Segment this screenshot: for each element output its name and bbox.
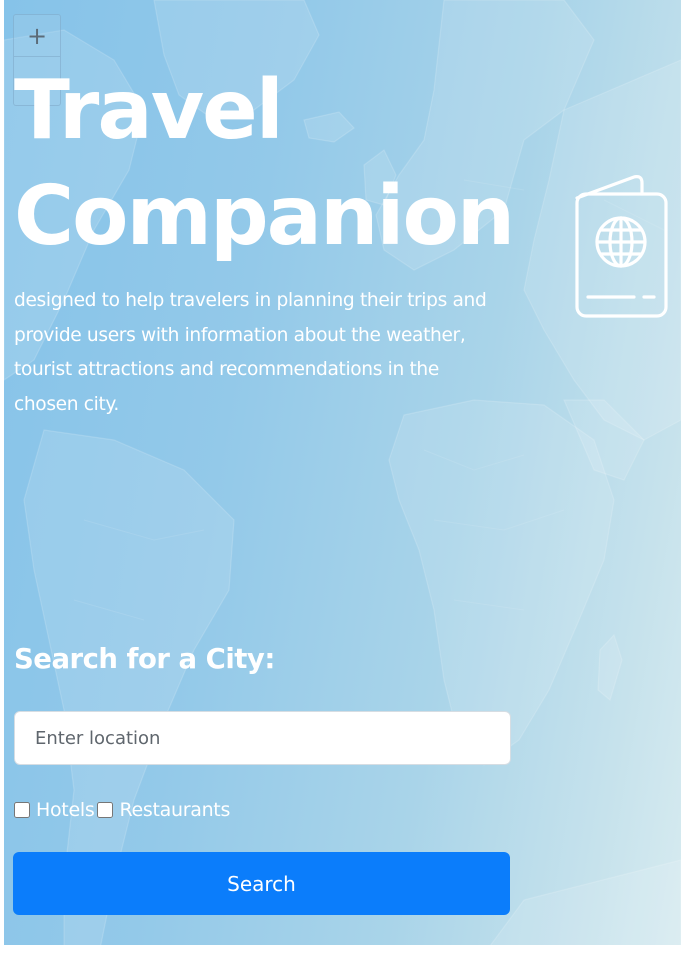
filter-restaurants[interactable]: Restaurants <box>94 799 230 821</box>
hotels-checkbox[interactable] <box>14 802 30 818</box>
app-title: Travel Companion <box>14 58 515 270</box>
passport-globe-icon <box>575 175 668 318</box>
app-description: designed to help travelers in planning t… <box>14 290 487 415</box>
title-line-travel: Travel <box>14 63 284 158</box>
plus-icon: + <box>26 21 48 50</box>
search-filters: Hotels Restaurants <box>11 795 230 825</box>
location-search-input[interactable] <box>14 711 511 765</box>
title-line-companion: Companion <box>14 169 515 264</box>
restaurants-label: Restaurants <box>119 799 231 821</box>
search-heading: Search for a City: <box>14 643 275 675</box>
travel-companion-page: + Travel Companion designed to help trav… <box>0 0 681 954</box>
restaurants-checkbox[interactable] <box>97 802 114 818</box>
page-bottom-edge <box>0 945 681 954</box>
hotels-label: Hotels <box>36 799 95 821</box>
zoom-in-button[interactable]: + <box>14 15 60 57</box>
search-button[interactable]: Search <box>13 852 510 915</box>
filter-hotels[interactable]: Hotels <box>11 799 95 821</box>
